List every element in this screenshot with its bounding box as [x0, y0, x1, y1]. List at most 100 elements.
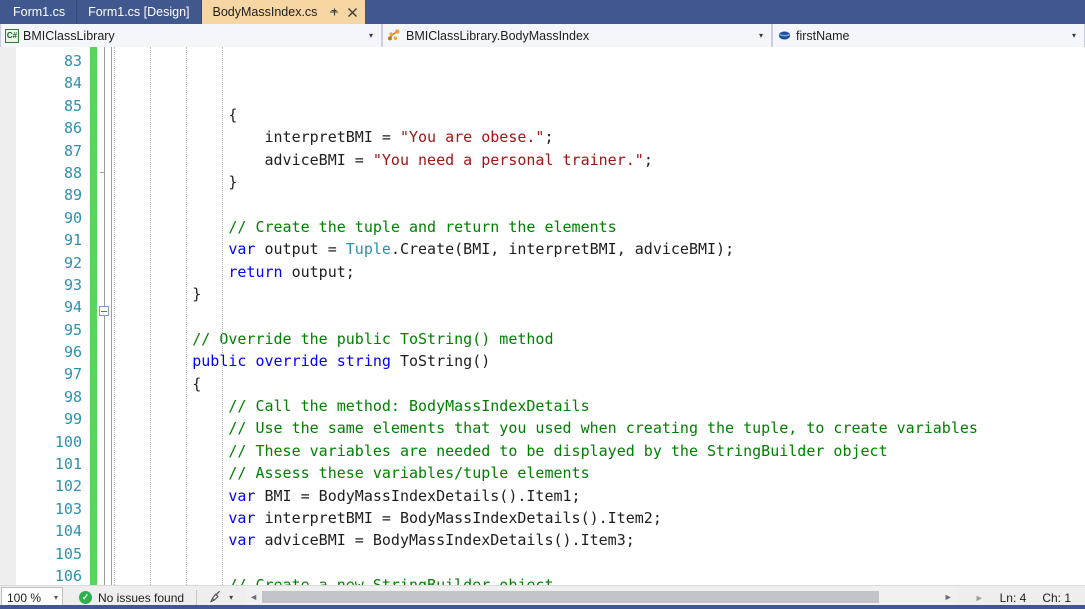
horizontal-scroll-track[interactable]	[262, 589, 940, 605]
code-token: // Assess these variables/tuple elements	[120, 464, 590, 483]
tab-form1-cs[interactable]: Form1.cs	[2, 0, 78, 24]
code-line[interactable]: {	[120, 104, 1085, 126]
tab-label: BodyMassIndex.cs	[212, 5, 318, 19]
code-line[interactable]: var interpretBMI = BodyMassIndexDetails(…	[120, 507, 1085, 529]
line-number: 87	[63, 141, 82, 160]
code-editor[interactable]: 83 84 85 86 87 88 89 90 91 92 93 94 95 96 97 98 99 100 101…	[0, 47, 1085, 585]
code-token: }	[120, 173, 238, 192]
code-line[interactable]: }	[120, 171, 1085, 193]
line-number: 93	[63, 275, 82, 294]
code-token: var	[228, 509, 256, 528]
line-number: 101	[54, 455, 82, 474]
line-number: 100	[54, 432, 82, 451]
code-token: // These variables are needed to be disp…	[120, 441, 888, 460]
code-line[interactable]: }	[120, 283, 1085, 305]
code-token: .Create(BMI, interpretBMI, adviceBMI);	[390, 240, 735, 259]
code-line[interactable]: // Assess these variables/tuple elements	[120, 462, 1085, 484]
issues-status-label: No issues found	[98, 590, 185, 605]
chevron-down-icon[interactable]: ▾	[229, 593, 233, 602]
member-dropdown[interactable]: firstName ▾	[772, 24, 1085, 47]
pin-icon[interactable]	[326, 4, 342, 20]
code-line[interactable]	[120, 306, 1085, 328]
outlining-collapse-box[interactable]	[99, 306, 109, 316]
check-circle-icon: ✓	[79, 591, 92, 604]
chevron-down-icon[interactable]: ▾	[54, 593, 58, 602]
code-token: {	[120, 106, 238, 124]
line-number: 91	[63, 231, 82, 250]
line-number: 97	[63, 365, 82, 384]
line-number: 105	[54, 544, 82, 563]
outlining-margin[interactable]	[97, 47, 112, 585]
code-token: {	[120, 374, 202, 393]
code-token: adviceBMI =	[120, 150, 373, 169]
change-tracking-margin	[90, 47, 97, 585]
code-line[interactable]: var BMI = BodyMassIndexDetails().Item1;	[120, 485, 1085, 507]
scroll-left-arrow[interactable]: ◄	[245, 592, 262, 602]
tab-strip-empty-area	[365, 0, 1085, 24]
chevron-down-icon[interactable]: ▾	[1067, 31, 1081, 40]
member-dropdown-label: firstName	[796, 28, 850, 43]
line-number: 89	[63, 186, 82, 205]
column-number-label: Ch: 1	[1042, 590, 1071, 605]
line-number: 98	[63, 387, 82, 406]
code-token: interpretBMI =	[120, 128, 400, 147]
line-number: 104	[54, 522, 82, 541]
line-number: 85	[63, 96, 82, 115]
code-line[interactable]: // These variables are needed to be disp…	[120, 440, 1085, 462]
project-dropdown-label: BMIClassLibrary	[23, 28, 115, 43]
code-text-area[interactable]: { interpretBMI = "You are obese."; advic…	[112, 47, 1085, 585]
code-line[interactable]: interpretBMI = "You are obese.";	[120, 126, 1085, 148]
code-line[interactable]	[120, 194, 1085, 216]
horizontal-scroll-thumb[interactable]	[262, 591, 879, 603]
code-token: BMI = BodyMassIndexDetails().Item1;	[255, 486, 581, 505]
code-token: adviceBMI = BodyMassIndexDetails().Item3…	[255, 531, 635, 550]
code-token: output;	[282, 262, 355, 281]
line-number: 94	[63, 298, 82, 317]
code-line[interactable]: public override string ToString()	[120, 350, 1085, 372]
method-icon	[387, 28, 402, 43]
code-token: interpretBMI = BodyMassIndexDetails().It…	[255, 509, 662, 528]
code-token: }	[120, 285, 202, 304]
selection-margin	[0, 47, 16, 585]
code-line[interactable]: // Override the public ToString() method	[120, 328, 1085, 350]
chevron-down-icon[interactable]: ▾	[754, 31, 768, 40]
code-line[interactable]: // Use the same elements that you used w…	[120, 417, 1085, 439]
expand-caret-icon[interactable]: ►	[975, 593, 984, 603]
code-line[interactable]: adviceBMI = "You need a personal trainer…	[120, 149, 1085, 171]
code-token: // Call the method: BodyMassIndexDetails	[120, 397, 590, 416]
zoom-level-label: 100 %	[7, 590, 42, 605]
navigation-bar: C# BMIClassLibrary ▾ BMIClassLibrary.Bod…	[0, 24, 1085, 47]
line-number-gutter: 83 84 85 86 87 88 89 90 91 92 93 94 95 96 97 98 99 100 101…	[16, 47, 88, 585]
code-line[interactable]: var adviceBMI = BodyMassIndexDetails().I…	[120, 529, 1085, 551]
tab-actions	[326, 4, 360, 20]
tab-bodymassindex-cs[interactable]: BodyMassIndex.cs	[201, 0, 366, 24]
type-dropdown[interactable]: BMIClassLibrary.BodyMassIndex ▾	[382, 24, 772, 47]
code-line[interactable]: // Create the tuple and return the eleme…	[120, 216, 1085, 238]
outlining-tick	[100, 172, 105, 173]
code-line[interactable]: return output;	[120, 261, 1085, 283]
tab-form1-cs-design[interactable]: Form1.cs [Design]	[77, 0, 202, 24]
line-number: 84	[63, 74, 82, 93]
code-line[interactable]: {	[120, 373, 1085, 395]
line-number: 86	[63, 119, 82, 138]
tab-label: Form1.cs [Design]	[88, 5, 190, 19]
code-token: // Create the tuple and return the eleme…	[120, 217, 617, 236]
code-token: return	[228, 262, 283, 281]
code-line[interactable]: // Call the method: BodyMassIndexDetails	[120, 395, 1085, 417]
line-number: 96	[63, 343, 82, 362]
project-dropdown[interactable]: C# BMIClassLibrary ▾	[0, 24, 382, 47]
visual-studio-editor-window: Form1.cs Form1.cs [Design] BodyMassIndex…	[0, 0, 1085, 609]
code-line[interactable]: var output = Tuple.Create(BMI, interpret…	[120, 238, 1085, 260]
horizontal-scrollbar[interactable]: ◄ ►	[245, 587, 957, 607]
line-number-label: Ln: 4	[999, 590, 1027, 605]
close-icon[interactable]	[344, 4, 360, 20]
code-token: public override string	[192, 352, 391, 371]
code-line[interactable]	[120, 552, 1085, 574]
chevron-down-icon[interactable]: ▾	[364, 31, 378, 40]
scroll-right-arrow[interactable]: ►	[940, 592, 957, 602]
code-token: // Create a new StringBuilder object	[120, 576, 553, 585]
code-line[interactable]: // Create a new StringBuilder object	[120, 574, 1085, 585]
